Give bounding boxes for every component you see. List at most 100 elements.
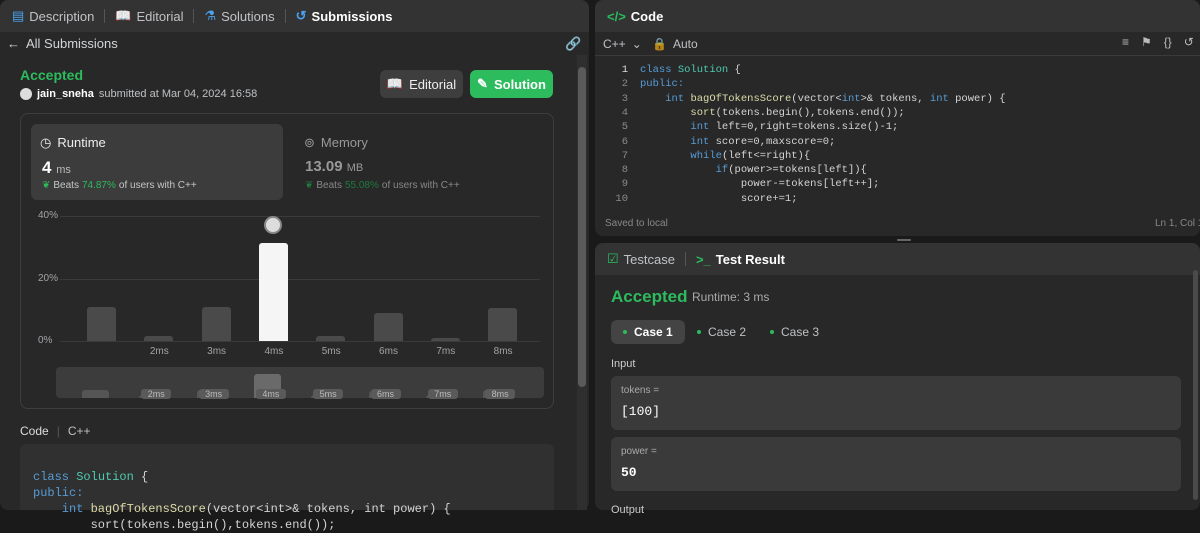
- tab-description[interactable]: ▤ Description: [8, 8, 98, 24]
- result-runtime: Runtime: 3 ms: [692, 290, 770, 304]
- editor-line: public:: [640, 78, 685, 91]
- line-number: 6: [621, 135, 628, 148]
- lock-icon: 🔒: [652, 37, 667, 51]
- editor-line: int bagOfTokensScore(vector<int>& tokens…: [665, 92, 1006, 105]
- description-icon: ▤: [12, 8, 25, 23]
- editor-divider: [595, 55, 1200, 56]
- line-number: 9: [621, 178, 628, 191]
- checkbox-icon: ☑: [607, 251, 619, 266]
- memory-label[interactable]: ⊚ Memory: [304, 135, 368, 151]
- code-line: class Solution {: [33, 470, 149, 484]
- minimap-label: 5ms: [313, 389, 344, 399]
- chart-bar[interactable]: [87, 306, 116, 341]
- editorial-button[interactable]: 📖 Editorial: [380, 70, 463, 98]
- chart-bar[interactable]: [430, 337, 460, 341]
- resize-handle[interactable]: [897, 239, 911, 241]
- minimap-label: 6ms: [370, 389, 401, 399]
- result-tab-bar: ☑ Testcase >_ Test Result: [595, 243, 1200, 275]
- chart-bar[interactable]: [258, 242, 288, 341]
- line-number: 3: [621, 92, 628, 105]
- terminal-icon: >_: [695, 251, 711, 267]
- tab-solutions[interactable]: ⚗ Solutions: [200, 8, 278, 24]
- grid-line: [60, 278, 540, 280]
- case-2-button[interactable]: Case 2: [685, 320, 758, 344]
- x-tick-label: 4ms: [264, 346, 284, 357]
- result-status: Accepted: [611, 287, 688, 306]
- y-tick-label: 0%: [38, 335, 53, 346]
- line-number: 8: [621, 164, 628, 177]
- editor-line: int left=0,right=tokens.size()-1;: [690, 121, 899, 134]
- braces-icon[interactable]: {}: [1164, 35, 1172, 49]
- grid-line: [60, 216, 540, 217]
- x-tick-label: 8ms: [493, 346, 513, 357]
- language-select[interactable]: C++ ⌄: [603, 37, 642, 51]
- code-block[interactable]: class Solution {public: int bagOfTokensS…: [20, 444, 554, 532]
- x-tick-label: 3ms: [207, 346, 227, 357]
- line-number: 4: [621, 106, 628, 119]
- tab-testcase[interactable]: ☑ Testcase: [603, 251, 679, 267]
- solution-button[interactable]: ✎ Solution: [470, 70, 553, 98]
- line-number: 10: [615, 192, 628, 205]
- scroll-thumb[interactable]: [578, 67, 586, 387]
- line-number: 5: [621, 121, 628, 134]
- editor-toolbar: ≡ ⚑ {} ↺: [1122, 35, 1194, 49]
- chart-minimap[interactable]: [56, 367, 544, 398]
- tab-submissions[interactable]: ↺ Submissions: [292, 8, 397, 24]
- book-open-icon: 📖: [386, 76, 404, 91]
- chart-bar[interactable]: [201, 306, 231, 341]
- runtime-label: ◷ Runtime: [40, 135, 106, 150]
- code-line: public:: [33, 486, 84, 500]
- flask-icon: ⚗: [204, 8, 217, 23]
- input-label: Input: [611, 358, 636, 370]
- case-3-button[interactable]: Case 3: [758, 320, 831, 344]
- code-icon: </>: [607, 8, 626, 24]
- minimap-label: 3ms: [198, 389, 229, 399]
- x-tick-label: 6ms: [379, 346, 398, 357]
- link-icon[interactable]: 🔗: [565, 36, 581, 52]
- case-1-button[interactable]: Case 1: [611, 320, 685, 344]
- editor-tab-bar: </> Code: [595, 0, 1200, 32]
- editor-line: class Solution {: [640, 64, 741, 76]
- username[interactable]: jain_sneha: [37, 88, 94, 100]
- y-tick-label: 20%: [38, 272, 59, 284]
- left-tab-bar: ▤ Description 📖 Editorial ⚗ Solutions ↺ Subm…: [0, 0, 589, 32]
- power-value: 50: [621, 465, 637, 480]
- submitted-time: submitted at Mar 04, 2024 16:58: [98, 88, 258, 100]
- editor-line: sort(tokens.begin(),tokens.end());: [690, 106, 905, 119]
- minimap-label: 2ms: [141, 389, 172, 399]
- minimap-label: 8ms: [485, 389, 516, 399]
- format-icon[interactable]: ≡: [1122, 35, 1129, 49]
- line-number: 1: [621, 64, 628, 76]
- y-tick-label: 40%: [38, 210, 59, 221]
- back-nav[interactable]: ← All Submissions: [7, 36, 118, 51]
- line-number: 7: [621, 149, 628, 162]
- scrollbar[interactable]: [577, 55, 587, 510]
- book-icon: 📖: [115, 8, 132, 23]
- arrow-left-icon: ←: [7, 36, 20, 51]
- tab-editorial[interactable]: 📖 Editorial: [111, 8, 187, 24]
- status-title: Accepted: [20, 67, 84, 83]
- tokens-field: tokens = [100]: [611, 376, 1181, 430]
- bookmark-icon[interactable]: ⚑: [1141, 35, 1152, 49]
- result-scrollbar[interactable]: [1193, 270, 1198, 500]
- chart-bar[interactable]: [144, 336, 174, 341]
- avatar: [20, 88, 32, 100]
- auto-mode[interactable]: 🔒 Auto: [652, 37, 698, 51]
- history-icon: ↺: [295, 8, 307, 23]
- line-number: 2: [621, 78, 628, 91]
- x-tick-label: 7ms: [436, 346, 456, 357]
- code-line: sort(tokens.begin(),tokens.end());: [33, 518, 336, 532]
- chart-bar[interactable]: [373, 312, 403, 341]
- tab-test-result[interactable]: >_ Test Result: [692, 252, 789, 267]
- tab-code[interactable]: </> Code: [603, 9, 667, 24]
- chip-icon: ⊚: [304, 135, 315, 150]
- minimap-bar: [82, 389, 109, 398]
- tokens-value: [100]: [621, 404, 661, 419]
- chart-bar[interactable]: [488, 308, 518, 341]
- reset-icon[interactable]: ↺: [1184, 35, 1194, 49]
- chart-bar[interactable]: [316, 336, 346, 341]
- runtime-value: 4 ms: [42, 158, 71, 177]
- saved-status: Saved to local: [605, 218, 668, 229]
- power-field: power = 50: [611, 437, 1181, 491]
- submitter: jain_sneha submitted at Mar 04, 2024 16:…: [20, 88, 257, 100]
